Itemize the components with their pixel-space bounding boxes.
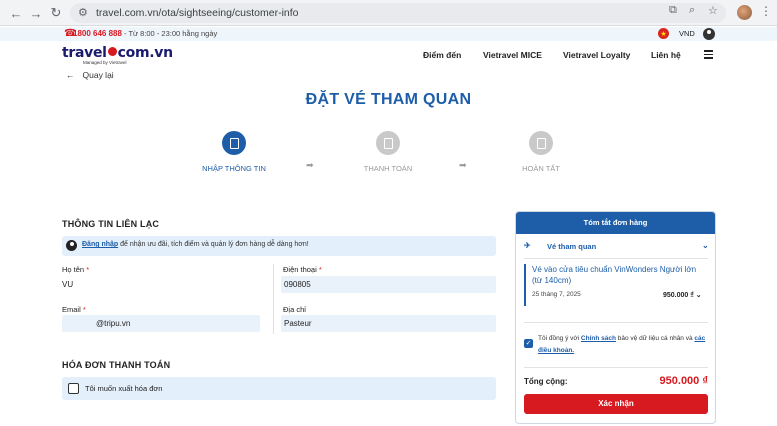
- terms-text-prefix: Tôi đồng ý với: [538, 335, 581, 342]
- step-arrow-icon: ➡: [459, 160, 467, 170]
- nav-loyalty[interactable]: Vietravel Loyalty: [563, 50, 630, 60]
- step-2-label: THANH TOÁN: [363, 164, 413, 173]
- ticket-name: Vé vào cửa tiêu chuẩn VinWonders Người l…: [532, 265, 697, 285]
- page-title: ĐẶT VÉ THAM QUAN: [305, 91, 472, 108]
- column-divider: [273, 264, 274, 334]
- contact-section-title: THÔNG TIN LIÊN LẠC: [62, 219, 160, 229]
- logo-text-right: com.vn: [117, 45, 173, 61]
- bookmark-star-icon[interactable]: ☆: [708, 4, 718, 17]
- summary-title: Tóm tắt đơn hàng: [516, 212, 715, 234]
- logo-subtitle: Managed by Vietravel: [83, 60, 127, 65]
- summary-group-label: Vé tham quan: [547, 242, 597, 251]
- step-1-label: NHẬP THÔNG TIN: [202, 164, 266, 173]
- currency-selector[interactable]: VND: [679, 29, 695, 38]
- back-link[interactable]: ← Quay lại: [66, 70, 114, 80]
- nav-destinations[interactable]: Điểm đến: [423, 50, 461, 60]
- email-label: Email *: [62, 305, 86, 314]
- login-banner: Đăng nhập để nhận ưu đãi, tích điểm và q…: [62, 236, 496, 256]
- address-value: Pasteur: [284, 319, 312, 328]
- total-value: 950.000 ₫: [659, 375, 708, 387]
- hamburger-menu-icon[interactable]: [704, 50, 713, 61]
- invoice-section-title: HÓA ĐƠN THANH TOÁN: [62, 360, 171, 370]
- terms-text-middle: bảo vệ dữ liệu cá nhân và: [615, 335, 695, 342]
- total-label: Tổng cộng:: [524, 377, 568, 386]
- nav-contact[interactable]: Liên hệ: [651, 50, 681, 60]
- login-banner-text: để nhận ưu đãi, tích điểm và quản lý đơn…: [118, 241, 309, 248]
- zoom-icon[interactable]: ⌕: [689, 4, 695, 17]
- working-hours: - Từ 8:00 - 23:00 hằng ngày: [124, 29, 218, 38]
- browser-toolbar: ← → ↻ ⚙ travel.com.vn/ota/sightseeing/cu…: [0, 0, 777, 26]
- privacy-policy-link[interactable]: Chính sách: [581, 335, 616, 342]
- summary-divider: [524, 322, 708, 323]
- name-field[interactable]: [62, 276, 262, 293]
- login-link[interactable]: Đăng nhập: [82, 241, 118, 248]
- nav-mice[interactable]: Vietravel MICE: [483, 50, 542, 60]
- ticket-price[interactable]: 950.000 ₫ ⌄: [663, 291, 702, 299]
- ticket-item: Vé vào cửa tiêu chuẩn VinWonders Người l…: [524, 264, 708, 306]
- chevron-down-icon[interactable]: ⌄: [702, 241, 709, 250]
- chevron-down-icon: ⌄: [695, 292, 702, 299]
- address-bar[interactable]: ⚙ travel.com.vn/ota/sightseeing/customer…: [70, 3, 726, 23]
- phone-label: Điện thoại *: [283, 265, 322, 274]
- invoice-checkbox-label: Tôi muốn xuất hóa đơn: [85, 384, 163, 393]
- ticket-icon: ✈: [524, 241, 531, 250]
- logo-dot-icon: [107, 47, 117, 56]
- browser-menu-icon[interactable]: ⋮: [760, 4, 772, 18]
- cast-icon[interactable]: ⧉: [669, 4, 677, 17]
- profile-avatar[interactable]: [737, 5, 752, 20]
- forward-arrow-icon[interactable]: →: [28, 5, 44, 21]
- order-summary-panel: Tóm tắt đơn hàng ✈ Vé tham quan ⌄ Vé vào…: [515, 211, 716, 424]
- invoice-checkbox[interactable]: [68, 383, 79, 394]
- back-label: Quay lại: [82, 70, 114, 80]
- step-1-icon: [222, 131, 246, 155]
- name-value: VU: [62, 280, 74, 289]
- step-3-label: HOÀN TẤT: [522, 164, 560, 173]
- invoice-option[interactable]: Tôi muốn xuất hóa đơn: [62, 377, 496, 400]
- vietnam-flag-icon[interactable]: ★: [658, 28, 669, 39]
- step-3-icon: [529, 131, 553, 155]
- phone-field[interactable]: [281, 276, 496, 293]
- hotline-number[interactable]: 1800 646 888: [73, 29, 122, 38]
- name-label: Họ tên *: [62, 265, 90, 274]
- terms-checkbox[interactable]: ✓: [524, 339, 533, 348]
- email-field[interactable]: [62, 315, 260, 332]
- address-field[interactable]: [281, 315, 496, 332]
- site-info-icon[interactable]: ⚙: [78, 6, 88, 19]
- url-text: travel.com.vn/ota/sightseeing/customer-i…: [96, 7, 299, 19]
- step-2-icon: [376, 131, 400, 155]
- address-label: Địa chỉ: [283, 305, 306, 314]
- site-logo[interactable]: travel com.vn: [62, 45, 173, 61]
- user-circle-icon: [66, 240, 77, 251]
- ticket-date: 25 tháng 7, 2025: [532, 291, 581, 298]
- confirm-button[interactable]: Xác nhận: [524, 394, 708, 414]
- reload-icon[interactable]: ↻: [48, 5, 64, 21]
- summary-divider: [524, 367, 708, 368]
- arrow-left-icon: ←: [66, 70, 75, 80]
- summary-divider: [524, 258, 708, 259]
- step-arrow-icon: ➡: [306, 160, 314, 170]
- email-value: @tripu.vn: [96, 319, 131, 328]
- phone-value: 090805: [284, 280, 311, 289]
- account-icon[interactable]: [703, 28, 715, 40]
- back-arrow-icon[interactable]: ←: [8, 5, 24, 21]
- logo-text-left: travel: [62, 45, 107, 61]
